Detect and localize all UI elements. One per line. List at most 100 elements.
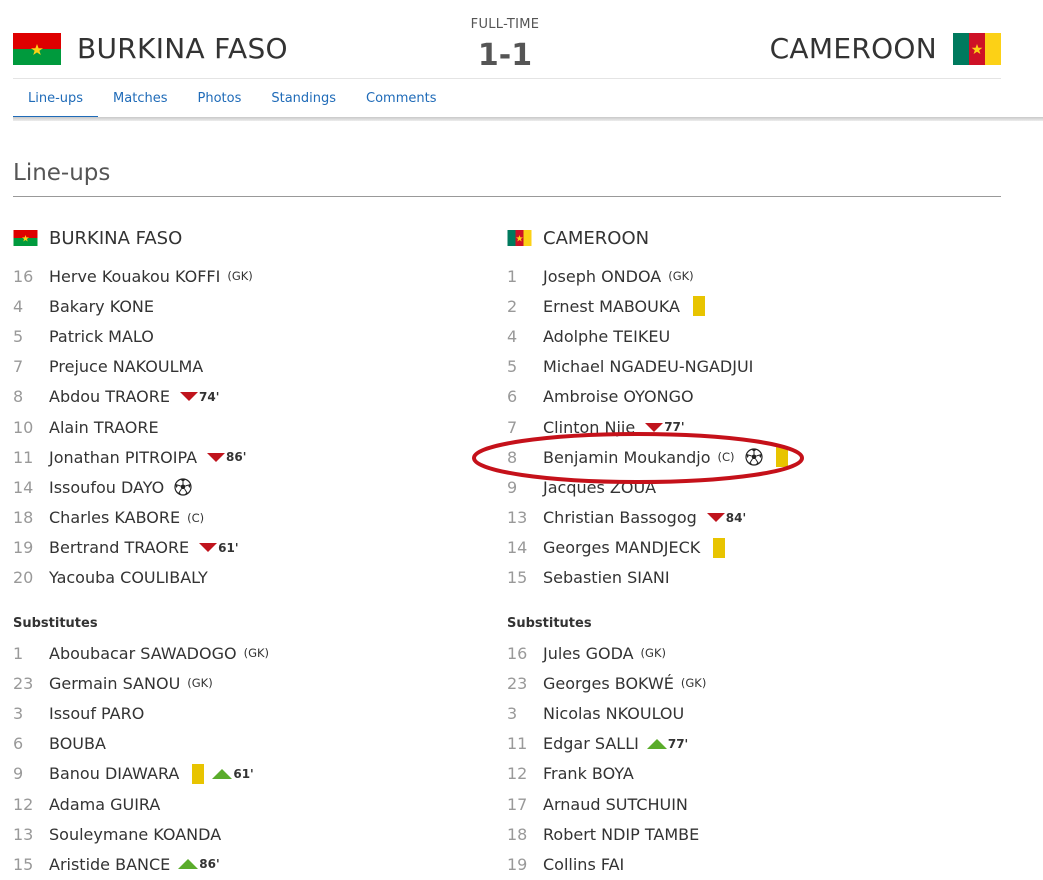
player-row[interactable]: 1 Joseph ONDOA (GK): [507, 261, 957, 291]
player-row[interactable]: 3 Issouf PARO: [13, 698, 463, 728]
player-name[interactable]: Herve Kouakou KOFFI: [49, 267, 220, 286]
tab-standings[interactable]: Standings: [256, 80, 351, 119]
away-lineup: CAMEROON 1 Joseph ONDOA (GK) 2 Ernest MABOUK…: [507, 226, 957, 880]
tab-line-ups[interactable]: Line-ups: [13, 80, 99, 119]
player-name[interactable]: Frank BOYA: [543, 764, 634, 783]
player-row[interactable]: 18 Charles KABORE (C): [13, 503, 463, 533]
player-name[interactable]: Benjamin Moukandjo: [543, 448, 711, 467]
player-row[interactable]: 23 Georges BOKWÉ (GK): [507, 668, 957, 698]
player-name[interactable]: Ernest MABOUKA: [543, 297, 680, 316]
player-number: 8: [507, 447, 518, 467]
player-name[interactable]: Jacques ZOUA: [543, 478, 656, 497]
player-row[interactable]: 1 Aboubacar SAWADOGO (GK): [13, 638, 463, 668]
player-row[interactable]: 16 Jules GODA (GK): [507, 638, 957, 668]
player-name[interactable]: Clinton Njie: [543, 418, 635, 437]
player-row[interactable]: 4 Adolphe TEIKEU: [507, 321, 957, 351]
tab-matches[interactable]: Matches: [98, 80, 182, 119]
player-name[interactable]: Alain TRAORE: [49, 418, 159, 437]
player-name[interactable]: Issoufou DAYO: [49, 478, 164, 497]
player-name[interactable]: Patrick MALO: [49, 327, 154, 346]
player-row[interactable]: 9 Jacques ZOUA: [507, 472, 957, 502]
player-row[interactable]: 7 Clinton Njie 77': [507, 412, 957, 442]
player-name[interactable]: Adama GUIRA: [49, 795, 160, 814]
player-name[interactable]: Jonathan PITROIPA: [49, 448, 197, 467]
player-name[interactable]: Issouf PARO: [49, 704, 144, 723]
player-name[interactable]: Edgar SALLI: [543, 734, 639, 753]
player-row[interactable]: 4 Bakary KONE: [13, 291, 463, 321]
player-name[interactable]: Robert NDIP TAMBE: [543, 825, 699, 844]
player-name[interactable]: Sebastien SIANI: [543, 568, 670, 587]
player-name[interactable]: Joseph ONDOA: [543, 267, 661, 286]
player-number: 3: [13, 704, 24, 724]
player-row[interactable]: 11 Edgar SALLI 77': [507, 729, 957, 759]
player-name[interactable]: Aboubacar SAWADOGO: [49, 644, 237, 663]
player-name[interactable]: Jules GODA: [543, 644, 634, 663]
away-substitutes-list: 16 Jules GODA (GK) 23 Georges BOKWÉ (GK) 3 Nico…: [507, 638, 957, 880]
home-lineup: BURKINA FASO 16 Herve Kouakou KOFFI (GK) 4 B…: [13, 226, 463, 880]
player-row[interactable]: 19 Collins FAI: [507, 849, 957, 879]
player-row[interactable]: 5 Patrick MALO: [13, 321, 463, 351]
player-name[interactable]: Prejuce NAKOULMA: [49, 357, 203, 376]
player-row[interactable]: 13 Souleymane KOANDA: [13, 819, 463, 849]
player-row[interactable]: 7 Prejuce NAKOULMA: [13, 352, 463, 382]
section-divider: [13, 196, 1001, 197]
player-name[interactable]: BOUBA: [49, 734, 106, 753]
player-row[interactable]: 15 Sebastien SIANI: [507, 563, 957, 593]
player-name[interactable]: Michael NGADEU-NGADJUI: [543, 357, 753, 376]
player-name[interactable]: Germain SANOU: [49, 674, 180, 693]
player-row[interactable]: 19 Bertrand TRAORE 61': [13, 533, 463, 563]
player-row[interactable]: 12 Adama GUIRA: [13, 789, 463, 819]
header-shadow: [13, 117, 1043, 121]
yellow-card-icon: [192, 763, 205, 784]
cameroon-flag-icon: [953, 32, 1001, 65]
player-row[interactable]: 17 Arnaud SUTCHUIN: [507, 789, 957, 819]
player-row[interactable]: 3 Nicolas NKOULOU: [507, 698, 957, 728]
tab-comments[interactable]: Comments: [351, 80, 451, 119]
player-row[interactable]: 9 Banou DIAWARA 61': [13, 759, 463, 789]
player-row[interactable]: 6 BOUBA: [13, 729, 463, 759]
player-name[interactable]: Bakary KONE: [49, 297, 154, 316]
player-name[interactable]: Abdou TRAORE: [49, 387, 170, 406]
player-number: 15: [13, 854, 34, 874]
player-name[interactable]: Georges MANDJECK: [543, 538, 700, 557]
player-row[interactable]: 12 Frank BOYA: [507, 759, 957, 789]
player-name[interactable]: Christian Bassogog: [543, 508, 697, 527]
player-name[interactable]: Nicolas NKOULOU: [543, 704, 684, 723]
player-name[interactable]: Georges BOKWÉ: [543, 674, 674, 693]
player-name[interactable]: Arnaud SUTCHUIN: [543, 795, 688, 814]
player-row[interactable]: 10 Alain TRAORE: [13, 412, 463, 442]
player-name[interactable]: Banou DIAWARA: [49, 764, 179, 783]
player-name[interactable]: Bertrand TRAORE: [49, 538, 189, 557]
player-row[interactable]: 6 Ambroise OYONGO: [507, 382, 957, 412]
tab-photos[interactable]: Photos: [182, 80, 256, 119]
player-row[interactable]: 14 Georges MANDJECK: [507, 533, 957, 563]
player-number: 13: [507, 508, 528, 528]
player-number: 18: [507, 824, 528, 844]
player-name[interactable]: Ambroise OYONGO: [543, 387, 694, 406]
player-number: 12: [13, 794, 34, 814]
home-team-header[interactable]: BURKINA FASO: [13, 32, 288, 65]
player-row[interactable]: 5 Michael NGADEU-NGADJUI: [507, 352, 957, 382]
player-row[interactable]: 13 Christian Bassogog 84': [507, 503, 957, 533]
player-row[interactable]: 14 Issoufou DAYO: [13, 472, 463, 502]
player-row[interactable]: 16 Herve Kouakou KOFFI (GK): [13, 261, 463, 291]
player-name[interactable]: Souleymane KOANDA: [49, 825, 221, 844]
player-name[interactable]: Yacouba COULIBALY: [49, 568, 208, 587]
player-row[interactable]: 2 Ernest MABOUKA: [507, 291, 957, 321]
away-team-header[interactable]: CAMEROON: [770, 32, 1001, 65]
player-name[interactable]: Charles KABORE: [49, 508, 180, 527]
player-name[interactable]: Adolphe TEIKEU: [543, 327, 670, 346]
player-row[interactable]: 8 Benjamin Moukandjo (C): [507, 442, 957, 472]
player-row[interactable]: 8 Abdou TRAORE 74': [13, 382, 463, 412]
player-number: 14: [13, 477, 34, 497]
player-row[interactable]: 23 Germain SANOU (GK): [13, 668, 463, 698]
player-name[interactable]: Collins FAI: [543, 855, 624, 874]
player-row[interactable]: 20 Yacouba COULIBALY: [13, 563, 463, 593]
player-role-tag: (C): [187, 510, 205, 525]
player-row[interactable]: 11 Jonathan PITROIPA 86': [13, 442, 463, 472]
player-name[interactable]: Aristide BANCE: [49, 855, 170, 874]
player-row[interactable]: 15 Aristide BANCE 86': [13, 849, 463, 879]
player-number: 23: [13, 673, 34, 693]
substitution-minute: 74': [199, 389, 220, 404]
player-row[interactable]: 18 Robert NDIP TAMBE: [507, 819, 957, 849]
